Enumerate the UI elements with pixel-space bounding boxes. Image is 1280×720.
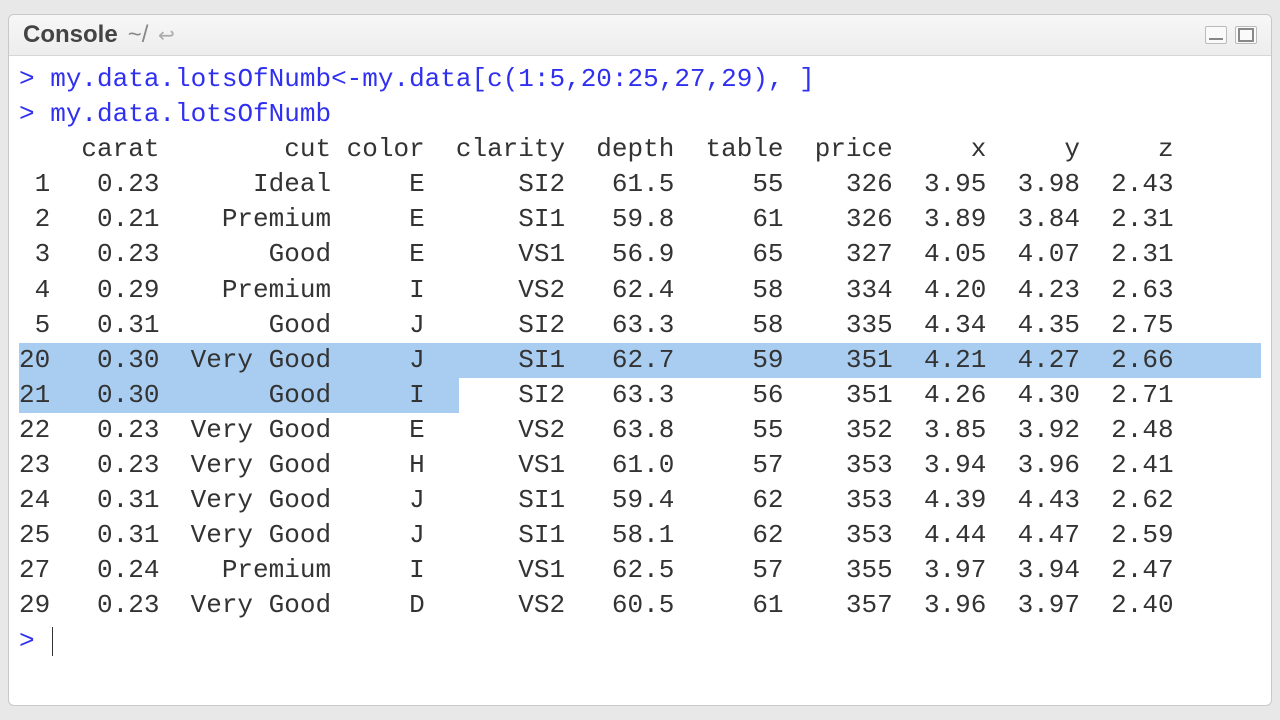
window-chrome: Console ~/ ↪ > my.data.lotsOfNumb<-my.da… (0, 0, 1280, 720)
table-row: 23 0.23 Very Good H VS1 61.0 57 353 3.94… (19, 448, 1261, 483)
table-row: 2 0.21 Premium E SI1 59.8 61 326 3.89 3.… (19, 202, 1261, 237)
share-arrow-icon[interactable]: ↪ (158, 23, 175, 48)
console-panel: Console ~/ ↪ > my.data.lotsOfNumb<-my.da… (8, 14, 1272, 706)
table-row: 29 0.23 Very Good D VS2 60.5 61 357 3.96… (19, 588, 1261, 623)
table-row: 1 0.23 Ideal E SI2 61.5 55 326 3.95 3.98… (19, 167, 1261, 202)
console-body[interactable]: > my.data.lotsOfNumb<-my.data[c(1:5,20:2… (9, 56, 1271, 705)
table-row: 20 0.30 Very Good J SI1 62.7 59 351 4.21… (19, 343, 1261, 378)
console-path: ~/ (128, 21, 149, 49)
maximize-button[interactable] (1235, 26, 1257, 44)
minimize-button[interactable] (1205, 26, 1227, 44)
table-row: 22 0.23 Very Good E VS2 63.8 55 352 3.85… (19, 413, 1261, 448)
table-row: 5 0.31 Good J SI2 63.3 58 335 4.34 4.35 … (19, 308, 1261, 343)
table-row: 3 0.23 Good E VS1 56.9 65 327 4.05 4.07 … (19, 237, 1261, 272)
table-row: 27 0.24 Premium I VS1 62.5 57 355 3.97 3… (19, 553, 1261, 588)
table-row: 4 0.29 Premium I VS2 62.4 58 334 4.20 4.… (19, 273, 1261, 308)
table-header: carat cut color clarity depth table pric… (19, 132, 1261, 167)
table-row: 21 0.30 Good I SI2 63.3 56 351 4.26 4.30… (19, 378, 1261, 413)
table-row: 25 0.31 Very Good J SI1 58.1 62 353 4.44… (19, 518, 1261, 553)
console-header: Console ~/ ↪ (9, 15, 1271, 56)
console-title: Console (23, 21, 118, 49)
table-row: 24 0.31 Very Good J SI1 59.4 62 353 4.39… (19, 483, 1261, 518)
cursor (52, 627, 53, 656)
